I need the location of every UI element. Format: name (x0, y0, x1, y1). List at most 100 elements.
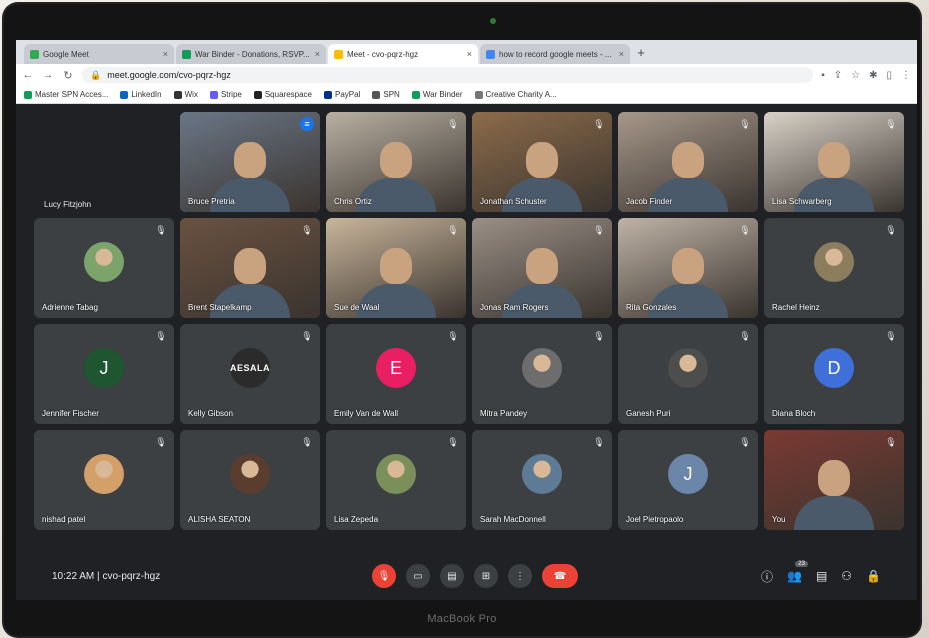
info-icon[interactable]: ⓘ (761, 568, 773, 585)
participant-tile[interactable]: 🎙 Lisa Schwarberg (764, 112, 904, 212)
menu-icon[interactable]: ⋮ (901, 70, 911, 81)
present-button[interactable]: ⊞ (474, 564, 498, 588)
participant-tile[interactable]: D 🎙 Diana Bloch (764, 324, 904, 424)
chat-icon[interactable]: ▤ (816, 569, 827, 583)
avatar-logo: AESALA (230, 348, 270, 388)
bookmark-item[interactable]: Wix (173, 90, 198, 99)
close-tab-icon[interactable]: × (315, 49, 320, 59)
host-controls-icon[interactable]: 🔒 (866, 569, 881, 583)
bookmark-item[interactable]: War Binder (411, 90, 463, 99)
participant-tile[interactable]: 🎙 Rachel Heinz (764, 218, 904, 318)
reload-icon[interactable]: ↻ (62, 69, 74, 82)
avatar (376, 454, 416, 494)
bookmark-favicon-icon (120, 90, 129, 99)
mic-muted-icon: 🎙 (447, 437, 459, 447)
bookmark-favicon-icon (24, 90, 32, 99)
browser-tab[interactable]: Google Meet × (24, 44, 174, 64)
share-icon[interactable]: ⇪ (834, 70, 842, 81)
close-tab-icon[interactable]: × (163, 49, 168, 59)
bottom-toolbar: 10:22 AM | cvo-pqrz-hgz 🎙 ▭ ▤ ⊞ ⋮ ☎ ⓘ 👥 … (16, 552, 917, 600)
participant-tile[interactable]: 🎙 Brent Stapelkamp (180, 218, 320, 318)
participant-tile[interactable]: 🎙 You (764, 430, 904, 530)
participant-tile[interactable]: AESALA 🎙 Kelly Gibson (180, 324, 320, 424)
mic-muted-icon: 🎙 (885, 119, 897, 129)
camera-status-icon[interactable]: ▪ (821, 70, 825, 81)
camera-button[interactable]: ▭ (406, 564, 430, 588)
avatar (84, 454, 124, 494)
browser-tab[interactable]: how to record google meets - ... × (480, 44, 630, 64)
participant-tile[interactable]: 🎙 Adrienne Tabag (34, 218, 174, 318)
new-tab-button[interactable]: + (632, 44, 650, 64)
mic-muted-icon: 🎙 (301, 437, 313, 447)
bookmark-item[interactable]: Creative Charity A... (474, 90, 557, 99)
participant-tile[interactable]: 🎙 Chris Ortiz (326, 112, 466, 212)
participant-tile[interactable]: 🎙 Mitra Pandey (472, 324, 612, 424)
participant-tile[interactable]: 🎙 Sue de Waal (326, 218, 466, 318)
bookmarks-bar: Master SPN Acces... LinkedIn Wix Stripe Squa… (16, 86, 917, 104)
extensions-icon[interactable]: ✱ (869, 70, 877, 81)
bookmark-label: Squarespace (264, 90, 312, 99)
participant-tile[interactable]: 🎙 Sarah MacDonnell (472, 430, 612, 530)
mic-off-button[interactable]: 🎙 (372, 564, 396, 588)
people-button[interactable]: 👥 23 (787, 561, 808, 583)
participant-name: Brent Stapelkamp (188, 303, 252, 312)
browser-tab[interactable]: War Binder - Donations, RSVP... × (176, 44, 326, 64)
person-body (648, 178, 728, 212)
avatar: J (668, 454, 708, 494)
bookmark-item[interactable]: SPN (372, 90, 400, 99)
participant-tile[interactable]: J 🎙 Jennifer Fischer (34, 324, 174, 424)
participant-tile[interactable]: 🎙 Jonathan Schuster (472, 112, 612, 212)
bookmark-favicon-icon (372, 90, 381, 99)
participant-name: Diana Bloch (772, 409, 816, 418)
star-icon[interactable]: ☆ (851, 70, 860, 81)
mic-muted-icon: 🎙 (593, 331, 605, 341)
bookmark-favicon-icon (411, 90, 420, 99)
participant-tile[interactable]: E 🎙 Emily Van de Wall (326, 324, 466, 424)
mic-muted-icon: 🎙 (447, 331, 459, 341)
mic-muted-icon: 🎙 (593, 437, 605, 447)
participant-name: Chris Ortiz (334, 197, 372, 206)
bookmark-favicon-icon (324, 90, 332, 99)
avatar-letter: J (99, 357, 109, 378)
bookmark-item[interactable]: Master SPN Acces... (24, 90, 108, 99)
mic-muted-icon: 🎙 (155, 437, 167, 447)
participant-tile[interactable]: ≡ Bruce Pretria (180, 112, 320, 212)
person-head (818, 460, 850, 496)
url-input[interactable]: 🔒 meet.google.com/cvo-pqrz-hgz (82, 67, 814, 83)
forward-icon[interactable]: → (42, 69, 54, 81)
bookmark-item[interactable]: LinkedIn (120, 90, 162, 99)
browser-tab[interactable]: Meet - cvo-pqrz-hgz × (328, 44, 478, 64)
participant-tile[interactable]: 🎙 Jonas Ram Rogers (472, 218, 612, 318)
bookmark-item[interactable]: Squarespace (253, 90, 312, 99)
back-icon[interactable]: ← (22, 69, 34, 81)
participant-tile[interactable]: 🎙 nishad patel (34, 430, 174, 530)
bookmark-item[interactable]: Stripe (209, 90, 242, 99)
mic-muted-icon: 🎙 (885, 225, 897, 235)
avatar: E (376, 348, 416, 388)
mic-muted-icon: 🎙 (447, 225, 459, 235)
participant-tile[interactable]: 🎙 Lisa Zepeda (326, 430, 466, 530)
avatar (814, 242, 854, 282)
mic-muted-icon: 🎙 (301, 225, 313, 235)
participant-tile[interactable]: 🎙 ALISHA SEATON (180, 430, 320, 530)
participant-tile[interactable]: 🎙 Jacob Finder (618, 112, 758, 212)
avatar (84, 242, 124, 282)
activities-icon[interactable]: ⚇ (841, 569, 852, 583)
screen: Google Meet × War Binder - Donations, RSVP… (16, 40, 917, 600)
bookmark-label: Wix (184, 90, 198, 99)
hang-up-button[interactable]: ☎ (542, 564, 578, 588)
person-head (526, 142, 558, 178)
bookmark-item[interactable]: PayPal (324, 90, 360, 99)
close-tab-icon[interactable]: × (467, 49, 472, 59)
sidebar-icon[interactable]: ▯ (886, 70, 892, 81)
more-options-button[interactable]: ⋮ (508, 564, 532, 588)
avatar: J (84, 348, 124, 388)
bookmark-favicon-icon (173, 90, 182, 99)
participant-tile[interactable]: J 🎙 Joel Pietropaolo (618, 430, 758, 530)
person-head (672, 142, 704, 178)
participant-name: Kelly Gibson (188, 409, 233, 418)
participant-tile[interactable]: 🎙 Ganesh Puri (618, 324, 758, 424)
participant-tile[interactable]: 🎙 Rita Gonzales (618, 218, 758, 318)
captions-button[interactable]: ▤ (440, 564, 464, 588)
close-tab-icon[interactable]: × (619, 49, 624, 59)
